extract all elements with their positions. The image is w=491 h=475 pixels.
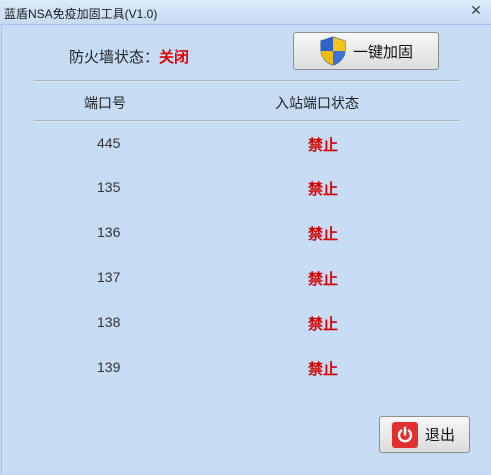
table-row: 445 禁止	[0, 135, 491, 159]
port-status: 禁止	[308, 270, 339, 288]
firewall-status-value: 关闭	[159, 48, 190, 66]
table-row: 139 禁止	[0, 359, 491, 383]
port-status: 禁止	[308, 315, 339, 333]
divider-header	[34, 120, 460, 122]
table-row: 135 禁止	[0, 179, 491, 203]
main-panel	[1, 25, 491, 474]
port-number: 139	[97, 359, 121, 375]
power-icon	[392, 421, 418, 448]
window-title: 蓝盾NSA免疫加固工具(V1.0)	[4, 7, 158, 21]
column-header-port: 端口号	[84, 96, 126, 112]
exit-label: 退出	[425, 426, 456, 444]
port-number: 135	[97, 179, 121, 195]
shield-icon	[320, 36, 346, 66]
table-row: 138 禁止	[0, 314, 491, 338]
port-number: 137	[97, 269, 121, 285]
firewall-status-label: 防火墙状态：	[69, 48, 160, 66]
port-number: 138	[97, 314, 121, 330]
port-number: 445	[97, 135, 121, 151]
column-header-status: 入站端口状态	[275, 96, 359, 112]
port-number: 136	[97, 224, 121, 240]
one-click-harden-label: 一键加固	[353, 42, 414, 61]
port-status: 禁止	[308, 225, 339, 243]
close-icon[interactable]: ✕	[467, 3, 485, 19]
port-status: 禁止	[308, 136, 339, 154]
divider-top	[34, 80, 460, 82]
title-bar: 蓝盾NSA免疫加固工具(V1.0) ✕	[0, 0, 491, 25]
port-status: 禁止	[308, 360, 339, 378]
exit-button[interactable]: 退出	[379, 416, 470, 453]
firewall-status: 防火墙状态：关闭	[69, 46, 189, 67]
port-status: 禁止	[308, 180, 339, 198]
table-row: 137 禁止	[0, 269, 491, 293]
one-click-harden-button[interactable]: 一键加固	[293, 32, 439, 70]
table-row: 136 禁止	[0, 224, 491, 248]
